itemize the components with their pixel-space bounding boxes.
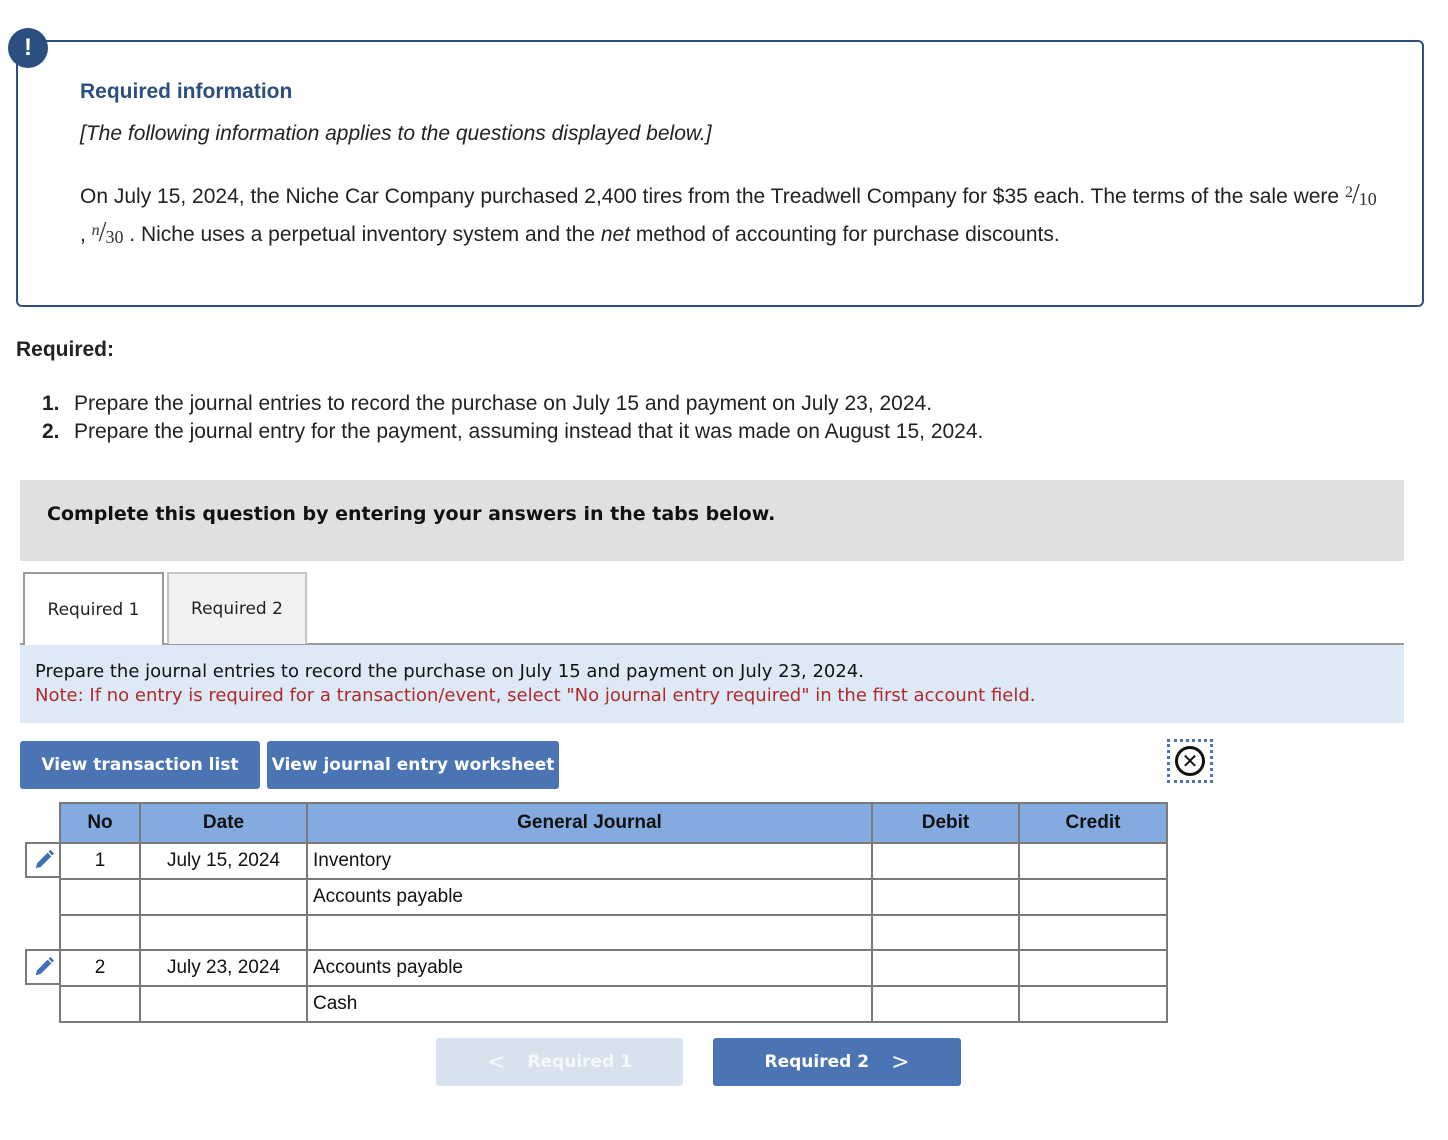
info-subtitle: [The following information applies to th… bbox=[80, 122, 712, 145]
table-header-row: No Date General Journal Debit Credit bbox=[59, 802, 1168, 844]
tab-label: Required 1 bbox=[47, 599, 140, 620]
cell-account[interactable]: Accounts payable bbox=[306, 949, 873, 987]
alert-exclamation-icon: ! bbox=[8, 28, 48, 68]
tab-required-1[interactable]: Required 1 bbox=[23, 572, 164, 645]
table-row: Cash bbox=[59, 985, 1168, 1023]
general-journal-table: No Date General Journal Debit Credit 1 J… bbox=[59, 802, 1168, 1023]
required-heading: Required: bbox=[16, 338, 115, 361]
cell-debit[interactable] bbox=[871, 878, 1020, 916]
header-no: No bbox=[59, 802, 141, 844]
info-body-part3: method of accounting for purchase discou… bbox=[630, 223, 1060, 246]
cell-credit[interactable] bbox=[1018, 878, 1168, 916]
term-n-30: n/30 bbox=[91, 217, 124, 248]
instruction-note: Note: If no entry is required for a tran… bbox=[35, 685, 1036, 706]
chevron-right-icon: > bbox=[891, 1049, 910, 1075]
cell-date bbox=[139, 878, 308, 916]
info-body-part2: . Niche uses a perpetual inventory syste… bbox=[123, 223, 601, 246]
required-item-text: Prepare the journal entry for the paymen… bbox=[74, 420, 984, 443]
cell-no: 1 bbox=[59, 842, 141, 880]
tab-required-2[interactable]: Required 2 bbox=[167, 572, 307, 644]
cell-no bbox=[59, 878, 141, 916]
cell-credit[interactable] bbox=[1018, 842, 1168, 880]
nav-prev-label: Required 1 bbox=[527, 1052, 632, 1072]
table-row: Accounts payable bbox=[59, 878, 1168, 916]
term-2-10: 2/10 bbox=[1344, 179, 1377, 210]
cell-credit[interactable] bbox=[1018, 914, 1168, 951]
tab-label: Required 2 bbox=[191, 599, 283, 619]
header-general-journal: General Journal bbox=[306, 802, 873, 844]
view-journal-entry-worksheet-button[interactable]: View journal entry worksheet bbox=[267, 741, 559, 789]
cell-account[interactable]: Accounts payable bbox=[306, 878, 873, 916]
header-date: Date bbox=[139, 802, 308, 844]
required-item-number: 2. bbox=[42, 420, 60, 443]
clear-entries-button[interactable]: ✕ bbox=[1167, 739, 1213, 783]
instruction-banner: Complete this question by entering your … bbox=[20, 480, 1404, 561]
table-row bbox=[59, 914, 1168, 951]
term2-denominator: 30 bbox=[105, 227, 124, 247]
cell-debit[interactable] bbox=[871, 985, 1020, 1023]
term-separator: , bbox=[80, 223, 92, 246]
required-item-text: Prepare the journal entries to record th… bbox=[74, 392, 933, 415]
table-row: 1 July 15, 2024 Inventory bbox=[59, 842, 1168, 880]
pencil-icon bbox=[35, 956, 55, 976]
view-transaction-list-button[interactable]: View transaction list bbox=[20, 741, 260, 789]
cell-date bbox=[139, 985, 308, 1023]
cell-account[interactable]: Cash bbox=[306, 985, 873, 1023]
info-title: Required information bbox=[80, 80, 293, 103]
edit-entry-1-button[interactable] bbox=[25, 842, 61, 878]
required-item-number: 1. bbox=[42, 392, 60, 415]
required-list: 1. Prepare the journal entries to record … bbox=[42, 390, 983, 446]
pencil-icon bbox=[35, 849, 55, 869]
info-body-emphasis: net bbox=[600, 223, 631, 246]
cell-date: July 23, 2024 bbox=[139, 949, 308, 987]
table-row: 2 July 23, 2024 Accounts payable bbox=[59, 949, 1168, 987]
info-body-part1: On July 15, 2024, the Niche Car Company … bbox=[80, 185, 1345, 208]
tab-instruction-panel: Prepare the journal entries to record th… bbox=[20, 645, 1404, 723]
info-body: On July 15, 2024, the Niche Car Company … bbox=[80, 177, 1380, 253]
chevron-left-icon: < bbox=[487, 1049, 506, 1075]
term1-denominator: 10 bbox=[1358, 189, 1377, 209]
cell-credit[interactable] bbox=[1018, 949, 1168, 987]
required-item: 1. Prepare the journal entries to record … bbox=[42, 390, 983, 418]
next-required-2-button[interactable]: Required 2 > bbox=[713, 1038, 961, 1086]
previous-required-1-button[interactable]: < Required 1 bbox=[436, 1038, 683, 1086]
header-debit: Debit bbox=[871, 802, 1020, 844]
cell-account[interactable]: Inventory bbox=[306, 842, 873, 880]
cell-account[interactable] bbox=[306, 914, 873, 951]
cell-credit[interactable] bbox=[1018, 985, 1168, 1023]
cell-date bbox=[139, 914, 308, 951]
cell-no bbox=[59, 985, 141, 1023]
cell-debit[interactable] bbox=[871, 914, 1020, 951]
close-circle-icon: ✕ bbox=[1175, 746, 1205, 776]
nav-next-label: Required 2 bbox=[764, 1052, 870, 1072]
cell-no: 2 bbox=[59, 949, 141, 987]
header-credit: Credit bbox=[1018, 802, 1168, 844]
cell-debit[interactable] bbox=[871, 949, 1020, 987]
instruction-text: Prepare the journal entries to record th… bbox=[35, 661, 865, 682]
cell-date: July 15, 2024 bbox=[139, 842, 308, 880]
required-item: 2. Prepare the journal entry for the paym… bbox=[42, 418, 983, 446]
cell-no bbox=[59, 914, 141, 951]
cell-debit[interactable] bbox=[871, 842, 1020, 880]
banner-text: Complete this question by entering your … bbox=[47, 503, 776, 525]
edit-entry-2-button[interactable] bbox=[25, 949, 61, 985]
